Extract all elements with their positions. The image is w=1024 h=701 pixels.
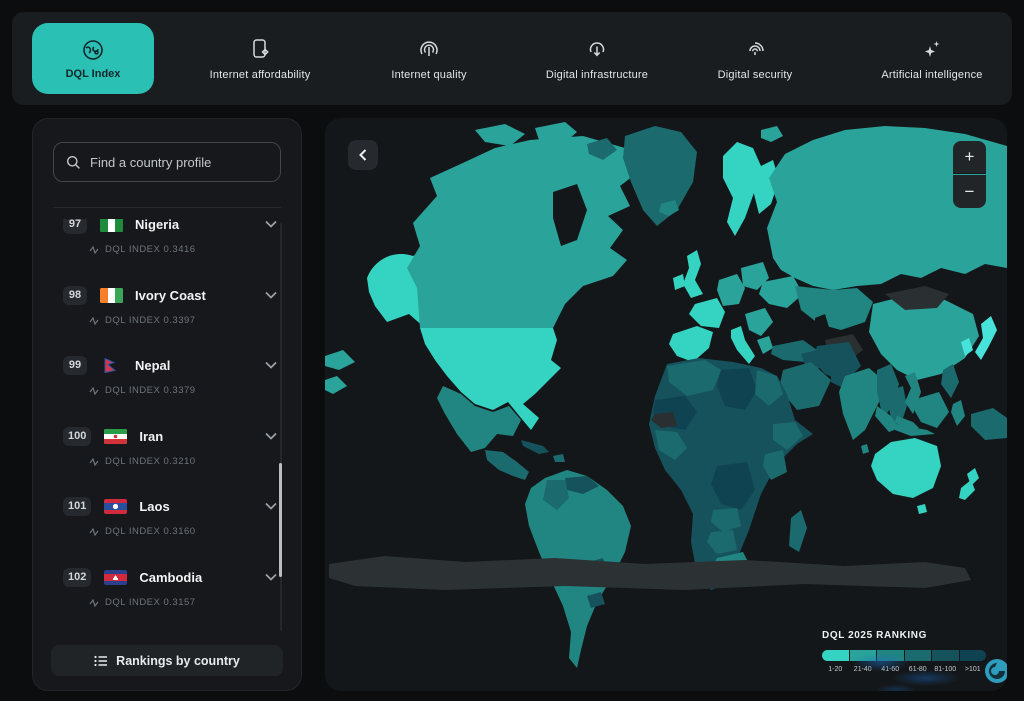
country-name: Laos: [139, 499, 265, 514]
flag-laos: [104, 499, 127, 514]
rank-badge: 100: [63, 427, 91, 446]
tab-dql-index[interactable]: DQL Index: [32, 23, 154, 94]
sparkles-icon: [920, 37, 944, 61]
flag-cambodia: [104, 570, 127, 585]
legend-bucket: 61-80: [905, 650, 932, 673]
rank-badge: 101: [63, 497, 91, 516]
flag-iran: [104, 429, 127, 444]
rankings-by-country-button[interactable]: Rankings by country: [51, 645, 283, 676]
chevron-down-icon[interactable]: [265, 220, 277, 228]
rankings-button-label: Rankings by country: [116, 654, 240, 668]
legend-swatch: [877, 650, 904, 661]
map-region-india[interactable]: [839, 368, 883, 440]
chevron-down-icon[interactable]: [265, 361, 277, 369]
dql-index-value: DQL INDEX 0.3397: [105, 315, 196, 326]
legend-swatch: [850, 650, 877, 661]
dql-index-value: DQL INDEX 0.3416: [105, 244, 196, 255]
list-item-laos[interactable]: 101 Laos DQL INDEX 0.3160: [33, 496, 285, 548]
chevron-down-icon[interactable]: [265, 573, 277, 581]
tab-digital-infrastructure[interactable]: Digital infrastructure: [524, 12, 670, 105]
list-item-nigeria[interactable]: 97 Nigeria DQL INDEX 0.3416: [33, 219, 285, 266]
chevron-down-icon[interactable]: [265, 502, 277, 510]
choropleth-world-map[interactable]: [325, 118, 1007, 691]
legend-swatch: [932, 650, 959, 661]
tab-digital-security[interactable]: Digital security: [700, 12, 810, 105]
list-item-nepal[interactable]: 99 Nepal DQL INDEX 0.3379: [33, 355, 285, 407]
divider: [53, 207, 281, 208]
dql-index-value: DQL INDEX 0.3157: [105, 597, 196, 608]
pulse-icon: [89, 527, 99, 537]
zoom-in-button[interactable]: +: [953, 141, 986, 174]
rank-badge: 98: [63, 286, 87, 305]
watermark-logo: [984, 658, 1007, 684]
map-region-japan[interactable]: [975, 316, 997, 360]
dql-index-value: DQL INDEX 0.3160: [105, 526, 196, 537]
dql-index-value: DQL INDEX 0.3210: [105, 456, 196, 467]
flag-ivory-coast: [100, 288, 123, 303]
legend-title: DQL 2025 RANKING: [822, 630, 987, 641]
country-search[interactable]: [53, 142, 281, 182]
country-ranking-sidebar: 97 Nigeria DQL INDEX 0.3416 98 Ivory Coa…: [32, 118, 302, 691]
tab-label: Digital infrastructure: [546, 69, 648, 81]
rank-badge: 97: [63, 219, 87, 234]
legend-bucket: 21-40: [850, 650, 877, 673]
country-name: Cambodia: [139, 570, 265, 585]
legend-bucket: 41-60: [877, 650, 904, 673]
search-icon: [66, 155, 81, 170]
chevron-down-icon[interactable]: [265, 432, 277, 440]
legend-swatch: [960, 650, 987, 661]
globe-icon: [81, 38, 105, 62]
chevron-left-icon: [359, 149, 367, 161]
list-item-cambodia[interactable]: 102 Cambodia DQL INDEX 0.3157: [33, 567, 285, 619]
list-item-iran[interactable]: 100 Iran DQL INDEX 0.3210: [33, 426, 285, 478]
map-region-australia[interactable]: [871, 438, 941, 498]
flag-nepal: [100, 358, 123, 373]
map-region-europe[interactable]: [689, 298, 725, 328]
back-button[interactable]: [348, 140, 378, 170]
country-name: Iran: [139, 429, 265, 444]
phone-icon: [249, 37, 271, 61]
tab-label: DQL Index: [66, 68, 121, 80]
chevron-down-icon[interactable]: [265, 291, 277, 299]
tab-label: Internet quality: [391, 69, 466, 81]
tab-internet-quality[interactable]: Internet quality: [364, 12, 494, 105]
list-item-ivory-coast[interactable]: 98 Ivory Coast DQL INDEX 0.3397: [33, 285, 285, 337]
pulse-icon: [89, 386, 99, 396]
pulse-icon: [89, 457, 99, 467]
list-icon: [94, 655, 108, 667]
fingerprint-icon: [743, 37, 767, 61]
legend-bucket: 81-100: [932, 650, 959, 673]
pulse-icon: [89, 316, 99, 326]
tab-label: Digital security: [718, 69, 793, 81]
legend-bucket: >101: [960, 650, 987, 673]
search-input[interactable]: [90, 155, 260, 170]
rank-badge: 99: [63, 356, 87, 375]
gauge-icon: [417, 37, 441, 61]
flag-nigeria: [100, 219, 123, 232]
country-list: 97 Nigeria DQL INDEX 0.3416 98 Ivory Coa…: [33, 219, 285, 631]
rank-badge: 102: [63, 568, 91, 587]
tab-internet-affordability[interactable]: Internet affordability: [190, 12, 330, 105]
pulse-icon: [89, 245, 99, 255]
map-region-canada[interactable]: [407, 136, 637, 328]
tab-label: Internet affordability: [210, 69, 311, 81]
tab-label: Artificial intelligence: [881, 69, 982, 81]
legend-swatch: [822, 650, 849, 661]
legend-bucket: 1-20: [822, 650, 849, 673]
world-map-panel: + − DQL 2025 RANKING 1-20 21-40 41-60 61…: [325, 118, 1007, 691]
pulse-icon: [89, 598, 99, 608]
dql-index-value: DQL INDEX 0.3379: [105, 385, 196, 396]
country-name: Ivory Coast: [135, 288, 265, 303]
legend-swatch: [905, 650, 932, 661]
map-legend: DQL 2025 RANKING 1-20 21-40 41-60 61-80 …: [822, 630, 987, 673]
country-name: Nigeria: [135, 219, 265, 232]
tab-artificial-intelligence[interactable]: Artificial intelligence: [860, 12, 1004, 105]
country-name: Nepal: [135, 358, 265, 373]
scrollbar-thumb[interactable]: [279, 463, 282, 577]
zoom-out-button[interactable]: −: [953, 175, 986, 208]
top-navigation: DQL Index Internet affordability Interne…: [12, 12, 1012, 105]
map-region-antarctica: [329, 556, 971, 590]
cloud-download-icon: [585, 37, 609, 61]
